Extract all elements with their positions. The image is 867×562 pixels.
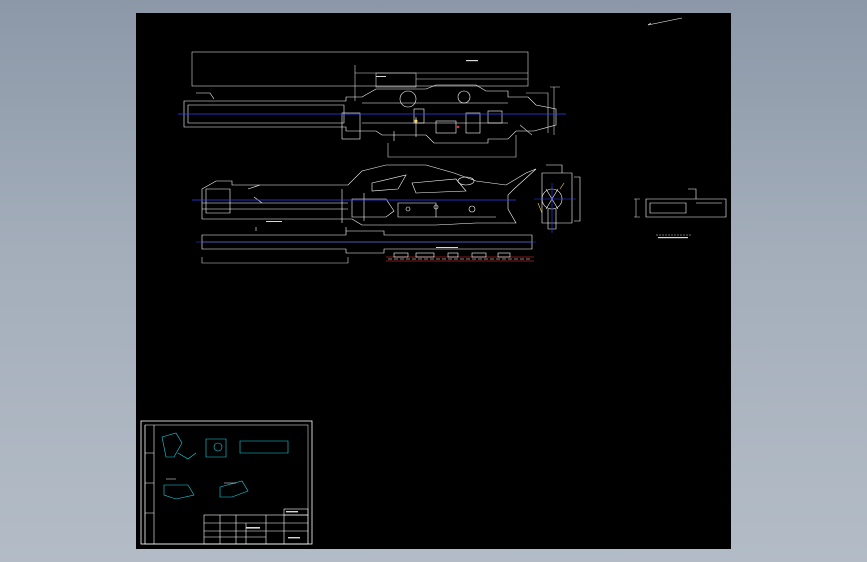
cad-drawing [140, 17, 727, 545]
bottom-strip-view [201, 227, 533, 264]
section-strip [386, 252, 534, 262]
detail-view [634, 188, 727, 236]
top-view [183, 51, 560, 158]
cad-drawing-canvas[interactable] [136, 13, 731, 549]
front-view [201, 164, 537, 226]
thumbnail-sheet [140, 420, 313, 545]
corner-mark [647, 17, 683, 26]
thumbnail-drawings [161, 432, 289, 500]
side-view [534, 164, 581, 233]
